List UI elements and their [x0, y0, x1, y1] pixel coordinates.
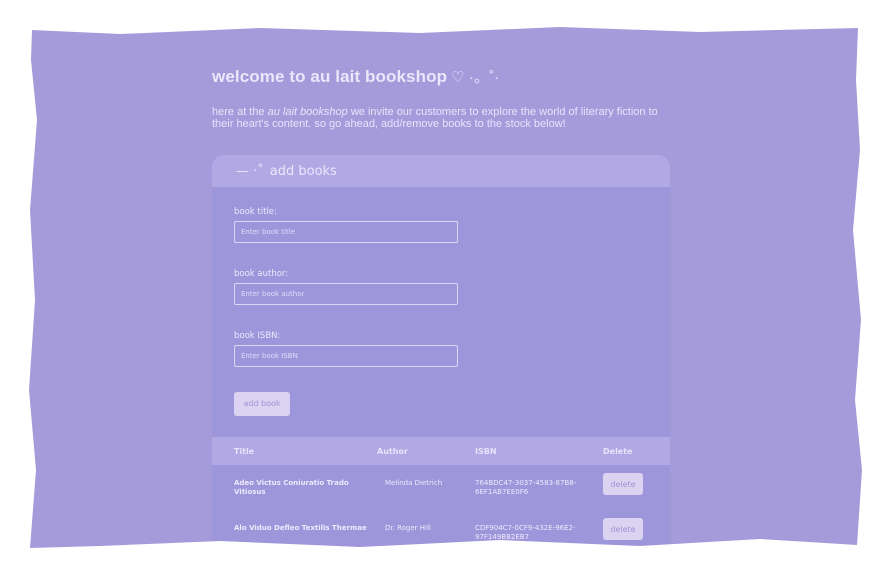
column-header-author: Author: [377, 446, 408, 456]
main-content: welcome to au lait bookshop ♡ ·。˚· here a…: [212, 62, 670, 548]
intro-text: here at the au lait bookshop we invite o…: [212, 106, 682, 130]
book-author-cell: Melinda Dietrich: [385, 479, 443, 487]
delete-cell: delete: [603, 510, 670, 548]
book-title-field-group: book title:: [234, 207, 670, 243]
book-isbn-label: book ISBN:: [234, 331, 281, 341]
heart-sparkle-icon: ♡ ·。˚·: [451, 69, 500, 86]
intro-text-start: here at the: [212, 106, 268, 118]
book-isbn-cell: CDF904C7-0CF9-432E-96E2-97F149BB2EB7: [475, 524, 576, 541]
book-author-cell: Dr. Roger Hill: [385, 524, 431, 532]
book-isbn-input[interactable]: [234, 345, 458, 367]
book-title-input[interactable]: [234, 221, 458, 243]
column-header-delete: Delete: [603, 446, 633, 456]
column-header-title: Title: [234, 446, 255, 456]
add-books-header: — ·˚ add books: [212, 155, 670, 187]
add-books-heading: add books: [269, 163, 337, 179]
add-book-form: book title: book author: book ISBN: add …: [212, 187, 670, 416]
book-author-field-group: book author:: [234, 269, 670, 305]
sparkle-dash-icon: — ·˚: [236, 163, 264, 179]
table-header-row: Title Author ISBN Delete: [212, 437, 670, 465]
book-title-cell: Adeo Victus Coniuratio Trado Vitiosus: [234, 479, 349, 496]
delete-button[interactable]: delete: [603, 518, 643, 540]
delete-cell: delete: [603, 465, 670, 510]
books-table: Title Author ISBN Delete Adeo Victus Con…: [212, 437, 670, 548]
page-background: welcome to au lait bookshop ♡ ·。˚· here a…: [29, 27, 862, 548]
table-row: Alo Viduo Defleo Textilis Thermae Dr. Ro…: [212, 510, 670, 548]
book-title-label: book title:: [234, 207, 277, 217]
table-row: Adeo Victus Coniuratio Trado Vitiosus Me…: [212, 465, 670, 510]
book-title-cell: Alo Viduo Defleo Textilis Thermae: [234, 524, 367, 532]
add-books-card: — ·˚ add books book title: book author: …: [212, 155, 670, 548]
book-isbn-cell: 764BDC47-3037-4583-87B8-6EF1AB7EE0F6: [475, 479, 577, 496]
intro-shop-name: au lait bookshop: [267, 106, 348, 118]
page-title-text: welcome to au lait bookshop: [212, 67, 448, 86]
book-author-label: book author:: [234, 269, 289, 279]
book-author-input[interactable]: [234, 283, 458, 305]
page-title: welcome to au lait bookshop ♡ ·。˚·: [212, 62, 670, 92]
delete-button[interactable]: delete: [603, 473, 643, 495]
add-book-button[interactable]: add book: [234, 391, 290, 416]
book-isbn-field-group: book ISBN:: [234, 331, 670, 367]
column-header-isbn: ISBN: [475, 446, 497, 456]
